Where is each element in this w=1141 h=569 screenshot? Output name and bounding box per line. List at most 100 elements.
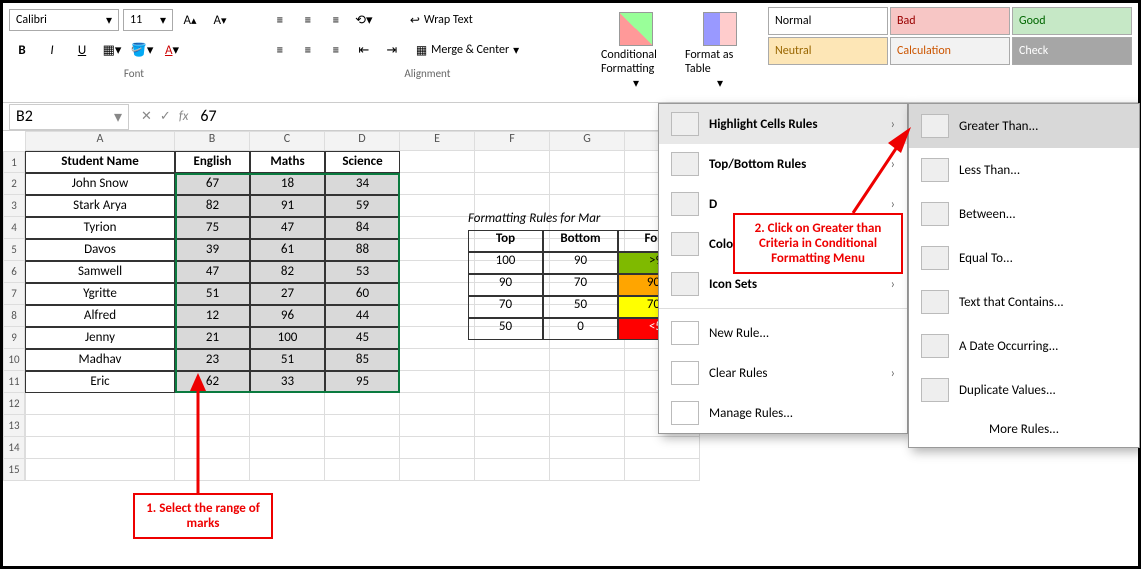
cell[interactable]	[400, 371, 475, 393]
cell[interactable]	[550, 371, 625, 393]
cell[interactable]: Madhav	[25, 349, 175, 371]
row-header[interactable]: 8	[3, 305, 25, 327]
cell[interactable]	[400, 239, 475, 261]
row-header[interactable]: 2	[3, 173, 25, 195]
cell[interactable]	[25, 415, 175, 437]
cell[interactable]: John Snow	[25, 173, 175, 195]
cell[interactable]	[550, 151, 625, 173]
decrease-font-icon[interactable]: A▾	[207, 7, 233, 33]
cell[interactable]	[400, 217, 475, 239]
cell[interactable]: Jenny	[25, 327, 175, 349]
font-color-button[interactable]: A▾	[159, 37, 185, 63]
fx-icon[interactable]: fx	[179, 109, 189, 124]
cell[interactable]	[400, 151, 475, 173]
col-header[interactable]: D	[325, 131, 400, 151]
cell[interactable]: Eric	[25, 371, 175, 393]
wrap-text-button[interactable]: ↩Wrap Text	[401, 8, 482, 33]
row-header[interactable]: 12	[3, 393, 25, 415]
menu-item[interactable]: Clear Rules›	[659, 353, 907, 393]
submenu-item[interactable]: A Date Occurring...	[909, 324, 1139, 368]
cell[interactable]	[325, 459, 400, 481]
orientation-icon[interactable]: ⟲▾	[351, 7, 377, 33]
cell[interactable]: 39	[175, 239, 250, 261]
fill-color-button[interactable]: 🪣▾	[129, 37, 155, 63]
cell[interactable]	[475, 459, 550, 481]
cell-styles-gallery[interactable]: Normal Bad Good Neutral Calculation Chec…	[768, 7, 1132, 65]
format-as-table-button[interactable]: Format as Table ▾	[680, 7, 760, 96]
cell[interactable]	[475, 437, 550, 459]
cell[interactable]: 51	[175, 283, 250, 305]
cell[interactable]	[400, 261, 475, 283]
align-top-icon[interactable]: ≡	[267, 7, 293, 33]
cell[interactable]: Tyrion	[25, 217, 175, 239]
submenu-item[interactable]: Equal To...	[909, 236, 1139, 280]
cell[interactable]: 34	[325, 173, 400, 195]
cell[interactable]	[550, 415, 625, 437]
row-header[interactable]: 10	[3, 349, 25, 371]
cell[interactable]	[400, 305, 475, 327]
cell[interactable]	[400, 195, 475, 217]
conditional-formatting-button[interactable]: Conditional Formatting ▾	[596, 7, 676, 96]
cell[interactable]	[250, 415, 325, 437]
cell[interactable]: 91	[250, 195, 325, 217]
cell[interactable]	[625, 459, 700, 481]
cell[interactable]: 27	[250, 283, 325, 305]
cell[interactable]	[400, 173, 475, 195]
cell[interactable]	[550, 349, 625, 371]
border-button[interactable]: ▦▾	[99, 37, 125, 63]
row-header[interactable]: 3	[3, 195, 25, 217]
align-bottom-icon[interactable]: ≡	[323, 7, 349, 33]
merge-center-button[interactable]: ▦Merge & Center ▾	[407, 38, 528, 63]
cell[interactable]	[550, 173, 625, 195]
cell[interactable]: Alfred	[25, 305, 175, 327]
cell[interactable]: 100	[250, 327, 325, 349]
cell[interactable]: 75	[175, 217, 250, 239]
align-middle-icon[interactable]: ≡	[295, 7, 321, 33]
cell[interactable]	[475, 371, 550, 393]
style-bad[interactable]: Bad	[890, 7, 1010, 35]
cell[interactable]	[325, 393, 400, 415]
cell[interactable]: 88	[325, 239, 400, 261]
cell[interactable]	[250, 437, 325, 459]
col-header[interactable]: F	[475, 131, 550, 151]
italic-button[interactable]: I	[39, 37, 65, 63]
increase-indent-icon[interactable]: ⇥	[379, 37, 405, 63]
cell[interactable]: 82	[175, 195, 250, 217]
cell[interactable]: Student Name	[25, 151, 175, 173]
bold-button[interactable]: B	[9, 37, 35, 63]
cell[interactable]	[550, 459, 625, 481]
col-header[interactable]: B	[175, 131, 250, 151]
cell[interactable]	[400, 349, 475, 371]
style-normal[interactable]: Normal	[768, 7, 888, 35]
decrease-indent-icon[interactable]: ⇤	[351, 37, 377, 63]
cell[interactable]	[25, 459, 175, 481]
cell[interactable]	[475, 173, 550, 195]
cell[interactable]: Science	[325, 151, 400, 173]
cell[interactable]: 47	[175, 261, 250, 283]
font-name-select[interactable]: Calibri ▾	[9, 9, 119, 31]
cell[interactable]	[400, 415, 475, 437]
cell[interactable]: 59	[325, 195, 400, 217]
menu-item[interactable]: New Rule...	[659, 313, 907, 353]
cell[interactable]: English	[175, 151, 250, 173]
cell[interactable]: 67	[175, 173, 250, 195]
increase-font-icon[interactable]: A▴	[177, 7, 203, 33]
cell[interactable]: 33	[250, 371, 325, 393]
cell[interactable]: 47	[250, 217, 325, 239]
cell[interactable]	[550, 393, 625, 415]
cell[interactable]: 61	[250, 239, 325, 261]
cell[interactable]	[400, 283, 475, 305]
more-rules[interactable]: More Rules...	[909, 412, 1139, 447]
cell[interactable]	[550, 437, 625, 459]
cell[interactable]: Davos	[25, 239, 175, 261]
cell[interactable]	[475, 415, 550, 437]
cell[interactable]: 12	[175, 305, 250, 327]
cell[interactable]	[400, 437, 475, 459]
cell[interactable]	[25, 437, 175, 459]
cell[interactable]	[250, 459, 325, 481]
row-header[interactable]: 6	[3, 261, 25, 283]
row-header[interactable]: 7	[3, 283, 25, 305]
cell[interactable]	[625, 437, 700, 459]
cell[interactable]: 82	[250, 261, 325, 283]
align-right-icon[interactable]: ≡	[323, 37, 349, 63]
